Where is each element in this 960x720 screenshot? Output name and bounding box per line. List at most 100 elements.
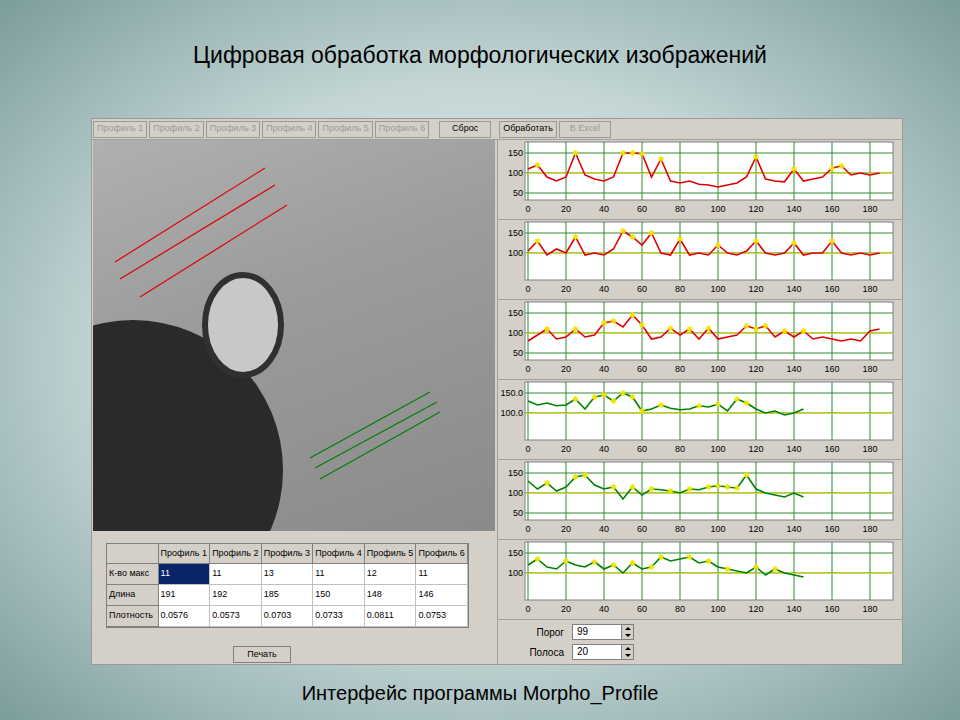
peak-marker	[706, 325, 712, 331]
spin-down-icon[interactable]	[622, 632, 634, 639]
svg-text:100: 100	[508, 568, 523, 578]
table-header: Профиль 5	[365, 544, 417, 564]
table-cell[interactable]: 0.0753	[416, 606, 468, 627]
profile-line	[528, 475, 804, 499]
peak-marker	[725, 566, 731, 572]
peak-marker	[725, 484, 731, 490]
svg-text:180: 180	[862, 444, 877, 454]
svg-text:100.0: 100.0	[500, 408, 523, 418]
svg-text:140: 140	[786, 204, 801, 214]
peak-marker	[687, 326, 693, 332]
chart-plot: 02040608010012014016018015010050	[498, 461, 898, 539]
peak-marker	[639, 408, 645, 414]
table-cell[interactable]: 0.0573	[210, 606, 262, 627]
slide-caption: Интерфейс программы Morpho_Profile	[0, 665, 960, 720]
toolbar-button[interactable]: Обработать	[499, 121, 557, 138]
table-cell[interactable]: 13	[262, 564, 314, 585]
toolbar-button[interactable]: В Excel	[559, 121, 611, 138]
row-header: Длина	[107, 585, 159, 606]
toolbar-button[interactable]: Профиль 1	[93, 121, 147, 138]
toolbar-button[interactable]: Сброс	[439, 121, 491, 138]
peak-marker	[658, 156, 664, 162]
svg-text:180: 180	[862, 204, 877, 214]
table-cell[interactable]: 146	[416, 585, 468, 606]
table-cell[interactable]: 148	[365, 585, 417, 606]
table-cell[interactable]: 192	[210, 585, 262, 606]
spin-up-icon[interactable]	[622, 625, 634, 632]
spin-down-icon[interactable]	[622, 652, 634, 659]
svg-text:120: 120	[748, 604, 763, 614]
peak-marker	[801, 328, 807, 334]
peak-marker	[829, 165, 835, 171]
svg-text:120: 120	[748, 284, 763, 294]
table-cell[interactable]: 0.0703	[262, 606, 314, 627]
svg-text:60: 60	[637, 524, 647, 534]
peak-marker	[715, 482, 721, 488]
table-cell[interactable]: 12	[365, 564, 417, 585]
svg-text:100: 100	[508, 488, 523, 498]
table-cell[interactable]: 185	[262, 585, 314, 606]
svg-text:20: 20	[561, 284, 571, 294]
peak-marker	[687, 554, 693, 560]
svg-text:100: 100	[508, 328, 523, 338]
peak-marker	[715, 242, 721, 248]
svg-text:140: 140	[786, 524, 801, 534]
peak-marker	[620, 150, 626, 156]
profile-chart: 020406080100120140160180150.0100.0	[498, 380, 902, 460]
svg-text:80: 80	[675, 444, 685, 454]
table-cell[interactable]: 11	[210, 564, 262, 585]
table-cell[interactable]: 11	[313, 564, 365, 585]
row-header: Плотность	[107, 606, 159, 627]
svg-text:100: 100	[710, 284, 725, 294]
svg-text:150: 150	[508, 228, 523, 238]
table-cell[interactable]: 11	[159, 564, 211, 585]
svg-text:80: 80	[675, 524, 685, 534]
svg-text:120: 120	[748, 364, 763, 374]
chart-plot: 02040608010012014016018015010050	[498, 141, 898, 219]
svg-text:100: 100	[508, 248, 523, 258]
svg-text:40: 40	[599, 284, 609, 294]
toolbar-button[interactable]: Профиль 4	[262, 121, 316, 138]
toolbar-button[interactable]: Профиль 2	[149, 121, 203, 138]
profile-chart: 020406080100120140160180150100	[498, 220, 902, 300]
toolbar-button[interactable]: Профиль 6	[375, 121, 429, 138]
peak-marker	[734, 485, 740, 491]
svg-text:180: 180	[862, 364, 877, 374]
table-cell[interactable]: 0.0733	[313, 606, 365, 627]
table-cell[interactable]: 0.0811	[365, 606, 417, 627]
svg-text:40: 40	[599, 524, 609, 534]
peak-marker	[668, 325, 674, 331]
peak-marker	[535, 556, 541, 562]
table-header: Профиль 4	[313, 544, 365, 564]
svg-text:0: 0	[525, 524, 530, 534]
peak-marker	[601, 320, 607, 326]
svg-text:150.0: 150.0	[500, 388, 523, 398]
spin-field[interactable]: 99	[572, 624, 634, 640]
svg-text:120: 120	[748, 204, 763, 214]
profile-chart: 02040608010012014016018015010050	[498, 460, 902, 540]
table-cell[interactable]: 11	[416, 564, 468, 585]
svg-text:150: 150	[508, 148, 523, 158]
table-cell[interactable]: 0.0576	[159, 606, 211, 627]
peak-marker	[573, 474, 579, 480]
svg-text:20: 20	[561, 604, 571, 614]
micrograph[interactable]	[93, 140, 495, 531]
spin-up-icon[interactable]	[622, 645, 634, 652]
svg-text:0: 0	[525, 204, 530, 214]
peak-marker	[753, 564, 759, 570]
peak-marker	[791, 240, 797, 246]
svg-text:20: 20	[561, 444, 571, 454]
toolbar-button[interactable]: Профиль 3	[206, 121, 260, 138]
row-header: К-во макс	[107, 564, 159, 585]
table-cell[interactable]: 150	[313, 585, 365, 606]
peak-marker	[649, 564, 655, 570]
spin-field[interactable]: 20	[572, 644, 634, 660]
table-cell[interactable]: 191	[159, 585, 211, 606]
print-button[interactable]: Печать	[233, 646, 291, 663]
toolbar-button[interactable]: Профиль 5	[318, 121, 372, 138]
peak-marker	[582, 472, 588, 478]
peak-marker	[611, 484, 617, 490]
peak-marker	[839, 162, 845, 168]
peak-marker	[753, 238, 759, 244]
svg-text:150: 150	[508, 548, 523, 558]
